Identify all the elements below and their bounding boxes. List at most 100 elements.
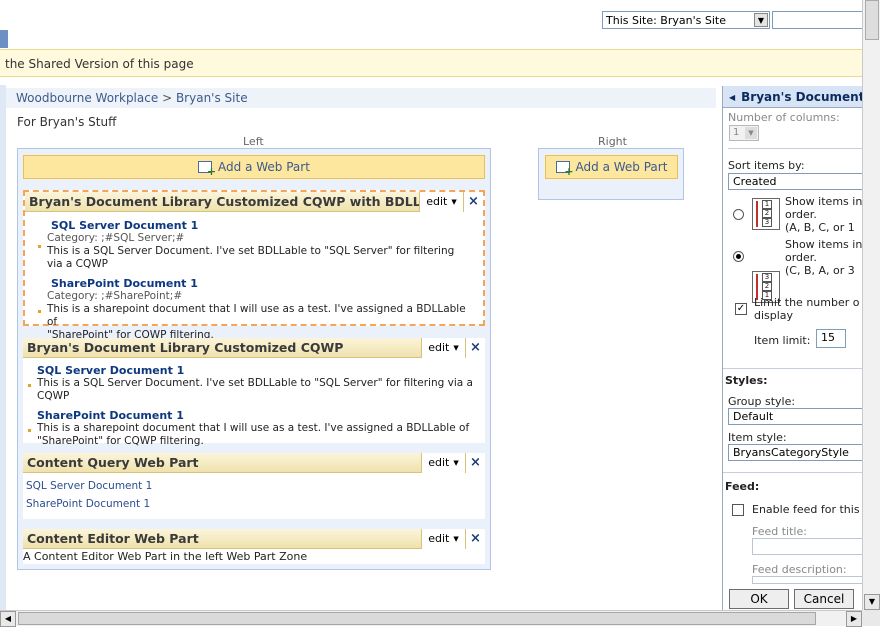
sort-num: 2 — [762, 209, 772, 218]
feed-description-input[interactable] — [752, 576, 862, 584]
sort-ascending-icon: 123 — [752, 198, 780, 230]
breadcrumb-current-link[interactable]: Bryan's Site — [176, 91, 248, 105]
item-title-link[interactable]: SQL Server Document 1 — [37, 364, 481, 377]
web-part-header: Bryan's Document Library Customized CQWP… — [23, 337, 485, 358]
sort-items-by-select[interactable]: Created — [728, 173, 862, 190]
item-category: Category: ;#SQL Server;# — [47, 232, 185, 244]
item-description: This is a SQL Server Document. I've set … — [47, 245, 455, 270]
scroll-right-icon[interactable]: ▶ — [846, 611, 862, 627]
scroll-down-icon[interactable]: ▼ — [864, 594, 880, 610]
close-icon[interactable]: × — [463, 191, 483, 212]
chevron-down-icon: ▼ — [451, 197, 457, 206]
sort-num: 3 — [762, 273, 772, 282]
chevron-down-icon[interactable]: ▼ — [754, 13, 768, 27]
sort-descending-radio[interactable] — [733, 251, 744, 262]
close-icon[interactable]: × — [465, 337, 485, 358]
web-part-title: Bryan's Document Library Customized CQWP — [27, 340, 344, 355]
vertical-scrollbar[interactable]: ▼ — [862, 0, 880, 610]
web-part-edit-menu[interactable]: edit ▼ — [421, 337, 465, 358]
sort-items-by-label: Sort items by: — [728, 159, 805, 172]
ok-button[interactable]: OK — [729, 589, 789, 609]
header-accent — [0, 30, 8, 48]
search-scope-value: This Site: Bryan's Site — [606, 14, 726, 27]
shared-version-notice: the Shared Version of this page — [0, 49, 862, 77]
feed-title-label: Feed title: — [752, 525, 807, 538]
number-of-columns-label: Number of columns: — [728, 111, 840, 124]
sort-ascending-radio[interactable] — [733, 209, 744, 220]
divider — [723, 472, 862, 473]
scrollbar-thumb[interactable] — [18, 612, 816, 625]
feed-title-input[interactable] — [752, 538, 862, 555]
feed-heading: Feed: — [725, 480, 760, 493]
divider — [723, 368, 862, 369]
add-web-part-left-button[interactable]: Add a Web Part — [23, 155, 485, 179]
limit-items-label: Limit the number o display — [754, 296, 859, 322]
styles-heading: Styles: — [725, 374, 768, 387]
bullet-icon — [38, 309, 41, 313]
scrollbar-corner — [862, 610, 880, 626]
item-title-link[interactable]: SQL Server Document 1 — [51, 219, 471, 232]
item-style-label: Item style: — [728, 431, 787, 444]
cancel-button[interactable]: Cancel — [794, 589, 854, 609]
search-scope-select[interactable]: This Site: Bryan's Site ▼ — [602, 11, 770, 29]
limit-items-checkbox[interactable]: ✓ — [735, 303, 747, 315]
number-of-columns-select[interactable]: 1 ▼ — [729, 125, 759, 141]
web-part-cqwp[interactable]: Bryan's Document Library Customized CQWP… — [23, 337, 485, 447]
item-description: This is a sharepoint document that I wil… — [37, 422, 470, 434]
tool-pane-title: Bryan's Document — [741, 90, 862, 104]
web-part-title: Content Query Web Part — [27, 455, 199, 470]
sort-descending-line: (C, B, A, or 3 — [785, 264, 855, 277]
item-description: This is a sharepoint document that I wil… — [47, 303, 466, 328]
web-part-header: Content Query Web Part edit ▼ × — [23, 452, 485, 473]
number-of-columns-value: 1 — [733, 127, 740, 138]
item-title-link[interactable]: SharePoint Document 1 — [37, 409, 481, 422]
list-item: SharePoint Document 1 This is a sharepoi… — [27, 409, 481, 448]
add-web-part-label: Add a Web Part — [575, 160, 668, 174]
feed-description-label: Feed description: — [752, 563, 847, 576]
web-part-edit-menu[interactable]: edit ▼ — [421, 452, 465, 473]
web-part-edit-menu[interactable]: edit ▼ — [421, 528, 465, 549]
bullet-icon — [38, 245, 41, 248]
item-description: This is a SQL Server Document. I've set … — [37, 377, 473, 402]
web-part-body: SQL Server Document 1 Category: ;#SQL Se… — [25, 212, 483, 346]
zone-right-label: Right — [598, 135, 627, 148]
scrollbar-thumb[interactable] — [865, 0, 879, 40]
zone-left-label: Left — [243, 135, 264, 148]
chevron-down-icon: ▼ — [453, 343, 459, 352]
chevron-down-icon: ▼ — [453, 534, 459, 543]
enable-feed-checkbox[interactable] — [732, 504, 744, 516]
chevron-down-icon: ▼ — [453, 458, 459, 467]
horizontal-scrollbar[interactable]: ◀ ▶ — [0, 610, 862, 627]
list-item: SharePoint Document 1 Category: ;#ShareP… — [37, 277, 471, 342]
close-icon[interactable]: × — [465, 452, 485, 473]
collapse-arrow-icon[interactable]: ◀ — [729, 93, 735, 102]
search-input[interactable] — [772, 11, 864, 29]
add-web-part-right-button[interactable]: Add a Web Part — [545, 155, 678, 179]
close-icon[interactable]: × — [465, 528, 485, 549]
tool-pane-header: ◀ Bryan's Document — [723, 86, 862, 108]
sort-descending-line: Show items in — [785, 238, 862, 251]
divider — [728, 148, 862, 149]
sort-ascending-line: (A, B, C, or 1 — [785, 221, 855, 234]
chevron-down-icon: ▼ — [745, 127, 757, 139]
add-web-part-label: Add a Web Part — [218, 160, 310, 174]
web-part-content-editor[interactable]: Content Editor Web Part edit ▼ × A Conten… — [23, 528, 485, 564]
web-part-cqwp-bdllabel[interactable]: Bryan's Document Library Customized CQWP… — [23, 190, 485, 341]
document-link[interactable]: SQL Server Document 1 — [26, 480, 482, 492]
add-web-part-icon — [555, 161, 574, 178]
sort-num: 1 — [762, 200, 772, 209]
web-part-content-query[interactable]: Content Query Web Part edit ▼ × SQL Serve… — [23, 452, 485, 519]
item-style-select[interactable]: BryansCategoryStyle — [728, 444, 862, 461]
document-link[interactable]: SharePoint Document 1 — [26, 498, 482, 510]
web-part-body: SQL Server Document 1 SharePoint Documen… — [23, 473, 485, 517]
scroll-left-icon[interactable]: ◀ — [0, 611, 16, 627]
group-style-select[interactable]: Default — [728, 408, 862, 425]
limit-items-line: display — [754, 309, 794, 322]
web-part-edit-menu[interactable]: edit ▼ — [419, 191, 463, 212]
item-description-continued: "SharePoint" for CQWP filtering. — [37, 435, 204, 447]
item-limit-input[interactable]: 15 — [816, 329, 846, 348]
breadcrumb-root-link[interactable]: Woodbourne Workplace — [16, 91, 158, 105]
page-description: For Bryan's Stuff — [17, 115, 117, 129]
item-title-link[interactable]: SharePoint Document 1 — [51, 277, 471, 290]
edit-label: edit — [428, 341, 450, 354]
